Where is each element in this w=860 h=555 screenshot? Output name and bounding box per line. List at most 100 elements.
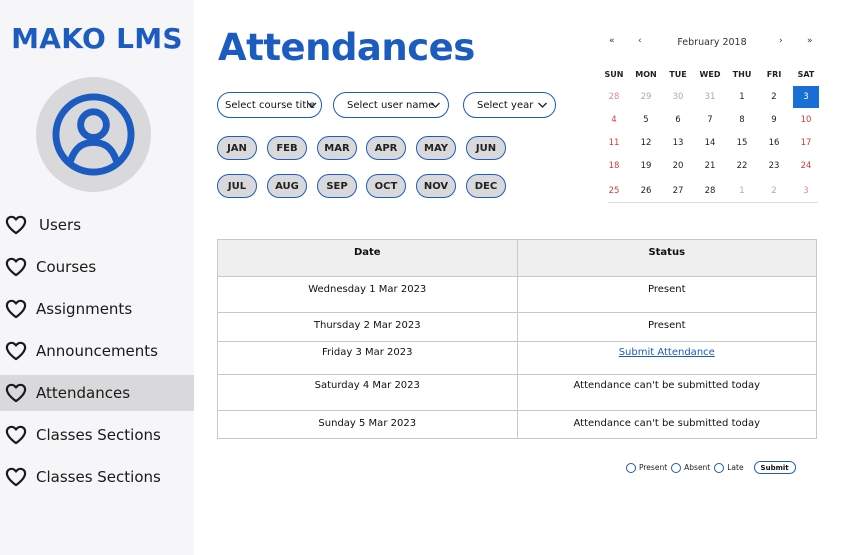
month-button-aug[interactable]: AUG	[267, 174, 307, 198]
sidebar-item-courses[interactable]: Courses	[0, 249, 194, 285]
attendance-form: Present Absent Late Submit	[626, 461, 796, 474]
late-radio[interactable]	[714, 462, 725, 473]
calendar-day[interactable]: 28	[697, 180, 723, 202]
sidebar-item-label: Announcements	[36, 342, 158, 360]
calendar-day[interactable]: 26	[633, 180, 659, 202]
weekday-label: FRI	[766, 70, 782, 79]
month-button-may[interactable]: MAY	[416, 136, 456, 160]
absent-label: Absent	[684, 463, 711, 472]
table-row: Thursday 2 Mar 2023 Present	[217, 312, 817, 342]
sidebar-item-label: Assignments	[36, 300, 133, 318]
chevron-down-icon	[538, 102, 547, 108]
user-select[interactable]: Select user name	[333, 92, 449, 118]
next-month-button[interactable]: ›	[779, 36, 783, 46]
weekday-label: SAT	[797, 70, 815, 79]
calendar-day[interactable]: 5	[633, 109, 659, 131]
sidebar-item-assignments[interactable]: Assignments	[0, 291, 194, 327]
calendar-day[interactable]: 25	[601, 180, 627, 202]
month-button-feb[interactable]: FEB	[267, 136, 307, 160]
brand-logo: MAKO LMS	[11, 22, 183, 55]
calendar-day[interactable]: 22	[729, 155, 755, 177]
next-year-button[interactable]: »	[807, 36, 813, 46]
calendar-day[interactable]: 12	[633, 132, 659, 154]
calendar-day[interactable]: 16	[761, 132, 787, 154]
weekday-label: THU	[732, 70, 752, 79]
month-button-jul[interactable]: JUL	[217, 174, 257, 198]
status-cell: Attendance can't be submitted today	[516, 410, 817, 439]
month-button-jun[interactable]: JUN	[466, 136, 506, 160]
calendar-day[interactable]: 1	[729, 180, 755, 202]
heart-icon	[5, 467, 27, 487]
calendar-day[interactable]: 13	[665, 132, 691, 154]
avatar[interactable]	[36, 77, 151, 192]
submit-button[interactable]: Submit	[753, 461, 796, 474]
calendar-day[interactable]: 7	[697, 109, 723, 131]
sidebar: MAKO LMS Users Courses Assignments Annou…	[0, 0, 194, 555]
calendar-day[interactable]: 17	[793, 132, 819, 154]
calendar-day[interactable]: 31	[697, 86, 723, 108]
month-button-nov[interactable]: NOV	[416, 174, 456, 198]
month-button-oct[interactable]: OCT	[366, 174, 406, 198]
status-cell: Present	[516, 276, 817, 313]
calendar-day[interactable]: 19	[633, 155, 659, 177]
sidebar-item-attendances[interactable]: Attendances	[0, 375, 194, 411]
calendar-day[interactable]: 20	[665, 155, 691, 177]
year-select[interactable]: Select year	[463, 92, 556, 118]
course-select-value: Select course title	[225, 99, 316, 111]
calendar-day[interactable]: 1	[729, 86, 755, 108]
calendar-day[interactable]: 2	[761, 180, 787, 202]
weekday-label: WED	[699, 70, 721, 79]
table-row: Saturday 4 Mar 2023 Attendance can't be …	[217, 374, 817, 411]
calendar-day[interactable]: 18	[601, 155, 627, 177]
calendar-day[interactable]: 11	[601, 132, 627, 154]
page-title: Attendances	[218, 26, 475, 69]
calendar-day[interactable]: 6	[665, 109, 691, 131]
course-select[interactable]: Select course title	[217, 92, 322, 118]
chevron-down-icon	[307, 102, 317, 108]
calendar-day[interactable]: 3	[793, 180, 819, 202]
sidebar-item-announcements[interactable]: Announcements	[0, 333, 194, 369]
calendar-day[interactable]: 24	[793, 155, 819, 177]
calendar-day[interactable]: 10	[793, 109, 819, 131]
sidebar-item-classes-sections[interactable]: Classes Sections	[0, 417, 194, 453]
month-button-apr[interactable]: APR	[366, 136, 406, 160]
calendar-day[interactable]: 30	[665, 86, 691, 108]
submit-attendance-link[interactable]: Submit Attendance	[619, 347, 715, 358]
month-button-jan[interactable]: JAN	[217, 136, 257, 160]
calendar-day[interactable]: 15	[729, 132, 755, 154]
calendar-day[interactable]: 3	[793, 86, 819, 108]
user-icon	[52, 93, 135, 176]
heart-icon	[5, 257, 27, 277]
user-select-value: Select user name	[347, 99, 435, 111]
heart-icon	[5, 425, 27, 445]
sidebar-item-label: Classes Sections	[36, 468, 161, 486]
weekday-label: SUN	[604, 70, 624, 79]
table-row: Sunday 5 Mar 2023 Attendance can't be su…	[217, 410, 817, 439]
month-button-mar[interactable]: MAR	[317, 136, 357, 160]
year-select-value: Select year	[477, 99, 534, 111]
calendar-day[interactable]: 8	[729, 109, 755, 131]
absent-radio[interactable]	[671, 462, 682, 473]
calendar-day[interactable]: 28	[601, 86, 627, 108]
attendance-table: Date Status Wednesday 1 Mar 2023 Present…	[217, 239, 817, 439]
sidebar-item-classes-sections-2[interactable]: Classes Sections	[0, 459, 194, 495]
calendar-day[interactable]: 9	[761, 109, 787, 131]
calendar-day[interactable]: 23	[761, 155, 787, 177]
calendar: « ‹ February 2018 › » SUN MON TUE WED THU FRI…	[605, 30, 819, 205]
sidebar-item-users[interactable]: Users	[0, 207, 194, 243]
present-radio[interactable]	[626, 462, 636, 473]
calendar-day[interactable]: 4	[601, 109, 627, 131]
date-cell: Sunday 5 Mar 2023	[217, 410, 518, 439]
month-button-sep[interactable]: SEP	[317, 174, 357, 198]
calendar-day[interactable]: 2	[761, 86, 787, 108]
calendar-day[interactable]: 29	[633, 86, 659, 108]
date-cell: Friday 3 Mar 2023	[217, 341, 518, 375]
late-label: Late	[727, 463, 744, 472]
column-header-date: Date	[217, 239, 518, 277]
month-button-dec[interactable]: DEC	[466, 174, 506, 198]
sidebar-item-label: Classes Sections	[36, 426, 161, 444]
calendar-day[interactable]: 14	[697, 132, 723, 154]
calendar-day[interactable]: 27	[665, 180, 691, 202]
calendar-day[interactable]: 21	[697, 155, 723, 177]
heart-icon	[5, 341, 27, 361]
